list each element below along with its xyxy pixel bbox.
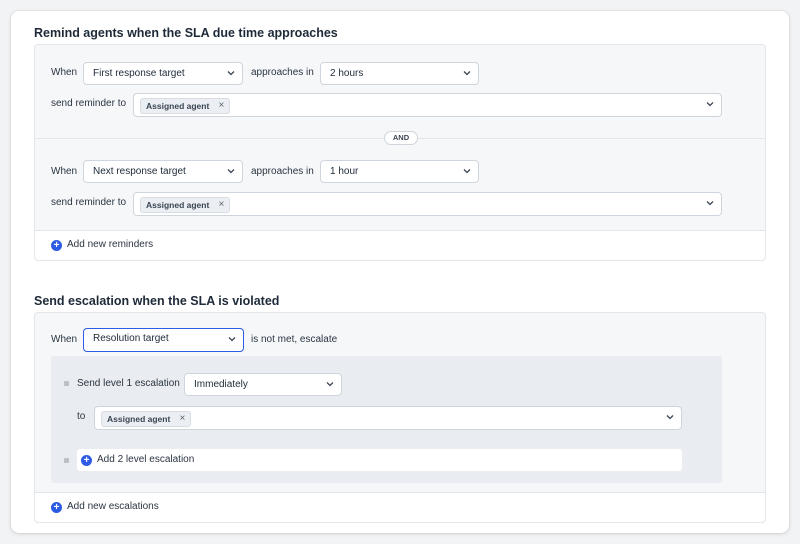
reminders-section-title: Remind agents when the SLA due time appr… — [34, 26, 338, 40]
reminder-1-recipient-input[interactable]: Assigned agent × — [133, 93, 722, 117]
close-icon[interactable]: × — [218, 99, 224, 113]
add-level-2-escalation-button[interactable]: + Add 2 level escalation — [81, 454, 194, 466]
level-1-recipient-input[interactable]: Assigned agent × — [94, 406, 682, 430]
chevron-down-icon — [326, 380, 334, 388]
select-value: First response target — [93, 68, 185, 79]
reminder-2-time-select[interactable]: 1 hour — [320, 160, 479, 183]
escalation-levels-box: Send level 1 escalation Immediately to A… — [51, 356, 722, 483]
chevron-down-icon[interactable] — [706, 199, 714, 207]
reminder-1-target-select[interactable]: First response target — [83, 62, 243, 85]
reminders-footer: + Add new reminders — [35, 230, 765, 260]
chevron-down-icon — [463, 167, 471, 175]
escalation-section-title: Send escalation when the SLA is violated — [34, 294, 280, 308]
escalation-target-select[interactable]: Resolution target — [83, 328, 244, 352]
plus-circle-icon: + — [51, 502, 62, 513]
select-value: 2 hours — [330, 68, 364, 79]
add-level-row: + Add 2 level escalation — [77, 449, 682, 471]
select-value: Resolution target — [93, 333, 169, 344]
select-value: 1 hour — [330, 166, 359, 177]
chevron-down-icon — [227, 69, 235, 77]
recipient-tag: Assigned agent × — [101, 411, 192, 427]
and-badge: AND — [384, 131, 418, 145]
add-new-escalations-button[interactable]: + Add new escalations — [51, 501, 159, 513]
recipient-tag: Assigned agent × — [140, 197, 231, 213]
close-icon[interactable]: × — [179, 412, 185, 426]
plus-circle-icon: + — [51, 240, 62, 251]
tag-label: Assigned agent — [107, 414, 171, 424]
level-1-time-select[interactable]: Immediately — [184, 373, 342, 396]
chevron-down-icon — [228, 335, 236, 343]
chevron-down-icon[interactable] — [666, 413, 674, 421]
select-value: Immediately — [194, 379, 248, 390]
send-reminder-label: send reminder to — [51, 197, 127, 208]
close-icon[interactable]: × — [218, 198, 224, 212]
add-reminders-label: Add new reminders — [67, 239, 154, 250]
recipient-tag: Assigned agent × — [140, 98, 231, 114]
when-label: When — [51, 67, 78, 78]
tag-label: Assigned agent — [146, 101, 210, 111]
not-met-label: is not met, escalate — [251, 334, 338, 345]
level-1-label: Send level 1 escalation — [77, 378, 180, 389]
chevron-down-icon — [463, 69, 471, 77]
add-new-reminders-button[interactable]: + Add new reminders — [51, 239, 153, 251]
reminder-2-target-select[interactable]: Next response target — [83, 160, 243, 183]
approaches-label: approaches in — [251, 67, 314, 78]
add-escalations-label: Add new escalations — [67, 501, 159, 512]
approaches-label: approaches in — [251, 166, 314, 177]
when-label: When — [51, 334, 78, 345]
send-reminder-label: send reminder to — [51, 98, 127, 109]
drag-handle-icon[interactable] — [64, 381, 69, 386]
reminder-2-recipient-input[interactable]: Assigned agent × — [133, 192, 722, 216]
chevron-down-icon — [227, 167, 235, 175]
escalation-panel: When Resolution target is not met, escal… — [34, 312, 766, 523]
escalation-footer: + Add new escalations — [35, 492, 765, 522]
chevron-down-icon[interactable] — [706, 100, 714, 108]
drag-handle-icon — [64, 458, 69, 463]
to-label: to — [77, 411, 86, 422]
select-value: Next response target — [93, 166, 186, 177]
reminder-1-time-select[interactable]: 2 hours — [320, 62, 479, 85]
when-label: When — [51, 166, 78, 177]
plus-circle-icon: + — [81, 455, 92, 466]
tag-label: Assigned agent — [146, 200, 210, 210]
reminders-panel: When First response target approaches in… — [34, 44, 766, 261]
add-level-label: Add 2 level escalation — [97, 454, 195, 465]
